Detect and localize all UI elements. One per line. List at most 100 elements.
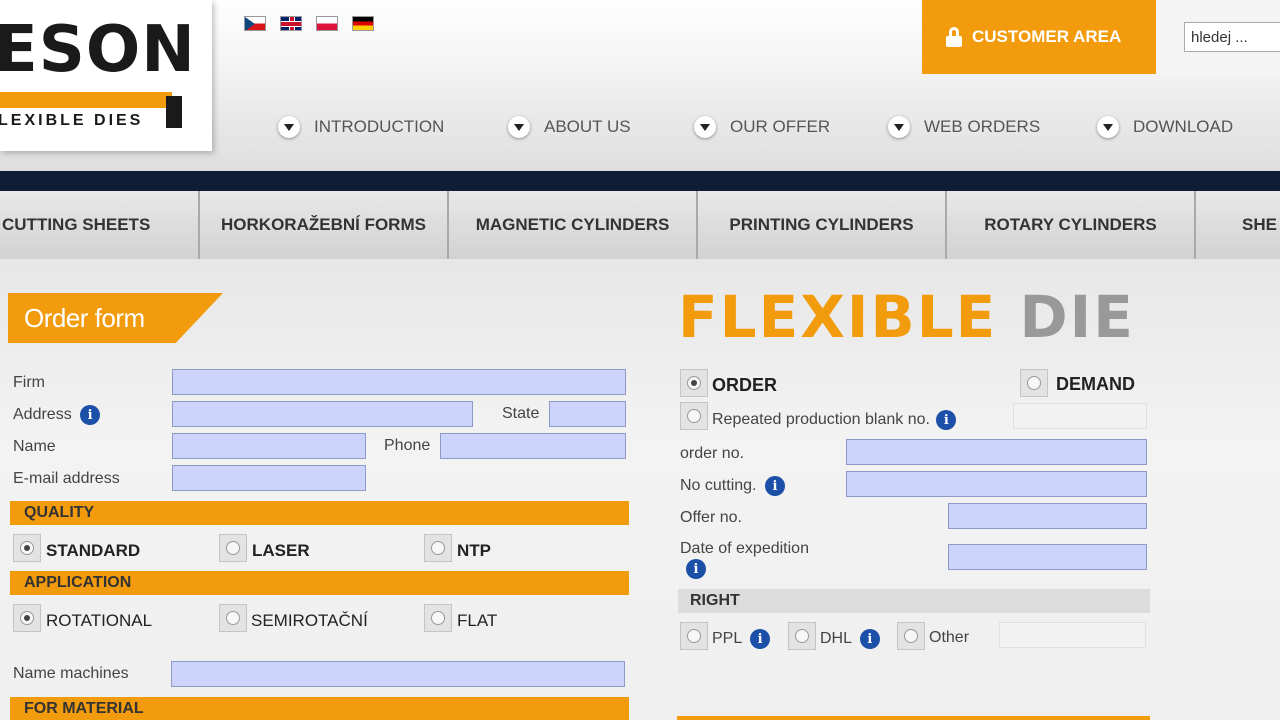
other-label: Other (929, 629, 970, 646)
logo-text: ESON (0, 13, 196, 87)
no-cutting-label: No cutting. i (680, 476, 785, 496)
chevron-down-icon (888, 116, 910, 138)
offer-no-field[interactable] (948, 503, 1147, 529)
section-divider (677, 716, 1150, 720)
header-divider (0, 171, 1280, 191)
quality-laser-radio[interactable] (219, 534, 247, 562)
application-semirotacni-label: SEMIROTAČNÍ (251, 611, 368, 630)
quality-ntp-label: NTP (457, 541, 491, 560)
name-machines-field[interactable] (171, 661, 625, 687)
search-input[interactable] (1184, 22, 1280, 52)
dhl-label-text: DHL (820, 630, 852, 648)
application-section-header: APPLICATION (10, 571, 629, 595)
nav-web-orders[interactable]: WEB ORDERS (888, 116, 1040, 138)
title-part-1: FLEXIBLE (678, 283, 998, 351)
repeated-label: Repeated production blank no. i (712, 410, 957, 430)
application-flat-label: FLAT (457, 611, 498, 630)
demand-radio[interactable] (1020, 369, 1048, 397)
quality-ntp-radio[interactable] (424, 534, 452, 562)
chevron-down-icon (694, 116, 716, 138)
offer-no-label: Offer no. (680, 509, 742, 526)
no-cutting-field[interactable] (846, 471, 1147, 497)
header: ESON LEXIBLE DIES CUSTOMER AREA INTRODUC… (0, 0, 1280, 171)
quality-standard-radio[interactable] (13, 534, 41, 562)
info-icon[interactable]: i (764, 476, 785, 496)
phone-label: Phone (384, 437, 431, 454)
flag-polish-icon[interactable] (316, 16, 338, 31)
address-label: Address i (13, 405, 101, 425)
ppl-radio[interactable] (680, 622, 708, 650)
order-no-label: order no. (680, 445, 745, 462)
category-horkorazebni-forms[interactable]: HORKORAŽEBNÍ FORMS (200, 191, 449, 259)
nav-download[interactable]: DOWNLOAD (1097, 116, 1233, 138)
for-material-section-header: FOR MATERIAL (10, 697, 629, 720)
firm-label: Firm (13, 374, 45, 391)
category-magnetic-cylinders[interactable]: MAGNETIC CYLINDERS (449, 191, 698, 259)
application-semirotacni-radio[interactable] (219, 604, 247, 632)
address-label-text: Address (13, 406, 72, 424)
state-field[interactable] (549, 401, 626, 427)
state-label: State (502, 405, 540, 422)
date-expedition-label: Date of expedition (680, 540, 809, 557)
search-area (1156, 0, 1280, 74)
nav-label: INTRODUCTION (314, 117, 445, 136)
language-flags (244, 16, 374, 31)
email-field[interactable] (172, 465, 366, 491)
flag-english-icon[interactable] (280, 16, 302, 31)
category-printing-cylinders[interactable]: PRINTING CYLINDERS (698, 191, 947, 259)
quality-laser-label: LASER (252, 541, 310, 560)
logo-bar (0, 92, 172, 108)
category-cutting-sheets[interactable]: CUTTING SHEETS (0, 191, 200, 259)
category-sheets[interactable]: SHE (1196, 191, 1280, 259)
name-field[interactable] (172, 433, 366, 459)
title-part-2: DIE (1019, 283, 1135, 351)
lock-icon (946, 27, 962, 47)
flexible-die-title: FLEXIBLE DIE (678, 283, 1135, 351)
chevron-down-icon (508, 116, 530, 138)
nav-label: DOWNLOAD (1133, 117, 1234, 136)
address-field[interactable] (172, 401, 473, 427)
order-label: ORDER (712, 375, 778, 395)
other-radio[interactable] (897, 622, 925, 650)
demand-label: DEMAND (1056, 374, 1135, 394)
name-label: Name (13, 438, 56, 455)
dhl-radio[interactable] (788, 622, 816, 650)
repeated-label-text: Repeated production blank no. (712, 411, 930, 429)
order-no-field[interactable] (846, 439, 1147, 465)
category-rotary-cylinders[interactable]: ROTARY CYLINDERS (947, 191, 1196, 259)
application-rotational-radio[interactable] (13, 604, 41, 632)
date-expedition-field[interactable] (948, 544, 1147, 570)
repeated-radio[interactable] (680, 402, 708, 430)
nav-introduction[interactable]: INTRODUCTION (278, 116, 444, 138)
right-section-header: RIGHT (678, 589, 1150, 613)
name-machines-label: Name machines (13, 665, 129, 682)
other-field[interactable] (999, 622, 1146, 648)
quality-section-header: QUALITY (10, 501, 629, 525)
phone-field[interactable] (440, 433, 626, 459)
nav-about-us[interactable]: ABOUT US (508, 116, 631, 138)
application-rotational-label: ROTATIONAL (46, 611, 153, 630)
info-icon[interactable]: i (686, 559, 706, 579)
order-radio[interactable] (680, 369, 708, 397)
application-flat-radio[interactable] (424, 604, 452, 632)
customer-area-button[interactable]: CUSTOMER AREA (922, 0, 1156, 74)
flag-german-icon[interactable] (352, 16, 374, 31)
chevron-down-icon (1097, 116, 1119, 138)
top-nav: INTRODUCTION ABOUT US OUR OFFER WEB ORDE… (0, 116, 1280, 142)
chevron-down-icon (278, 116, 300, 138)
email-label: E-mail address (13, 470, 120, 487)
repeated-field[interactable] (1013, 403, 1147, 429)
ppl-label: PPL i (712, 629, 771, 649)
quality-standard-label: STANDARD (46, 541, 141, 560)
nav-label: OUR OFFER (730, 117, 831, 136)
dhl-label: DHL i (820, 629, 880, 649)
firm-field[interactable] (172, 369, 626, 395)
info-icon[interactable]: i (859, 629, 880, 649)
info-icon[interactable]: i (750, 629, 771, 649)
category-bar: CUTTING SHEETS HORKORAŽEBNÍ FORMS MAGNET… (0, 191, 1280, 259)
info-icon[interactable]: i (936, 410, 957, 430)
nav-our-offer[interactable]: OUR OFFER (694, 116, 830, 138)
info-icon[interactable]: i (80, 405, 101, 425)
flag-czech-icon[interactable] (244, 16, 266, 31)
customer-area-label: CUSTOMER AREA (972, 27, 1122, 46)
